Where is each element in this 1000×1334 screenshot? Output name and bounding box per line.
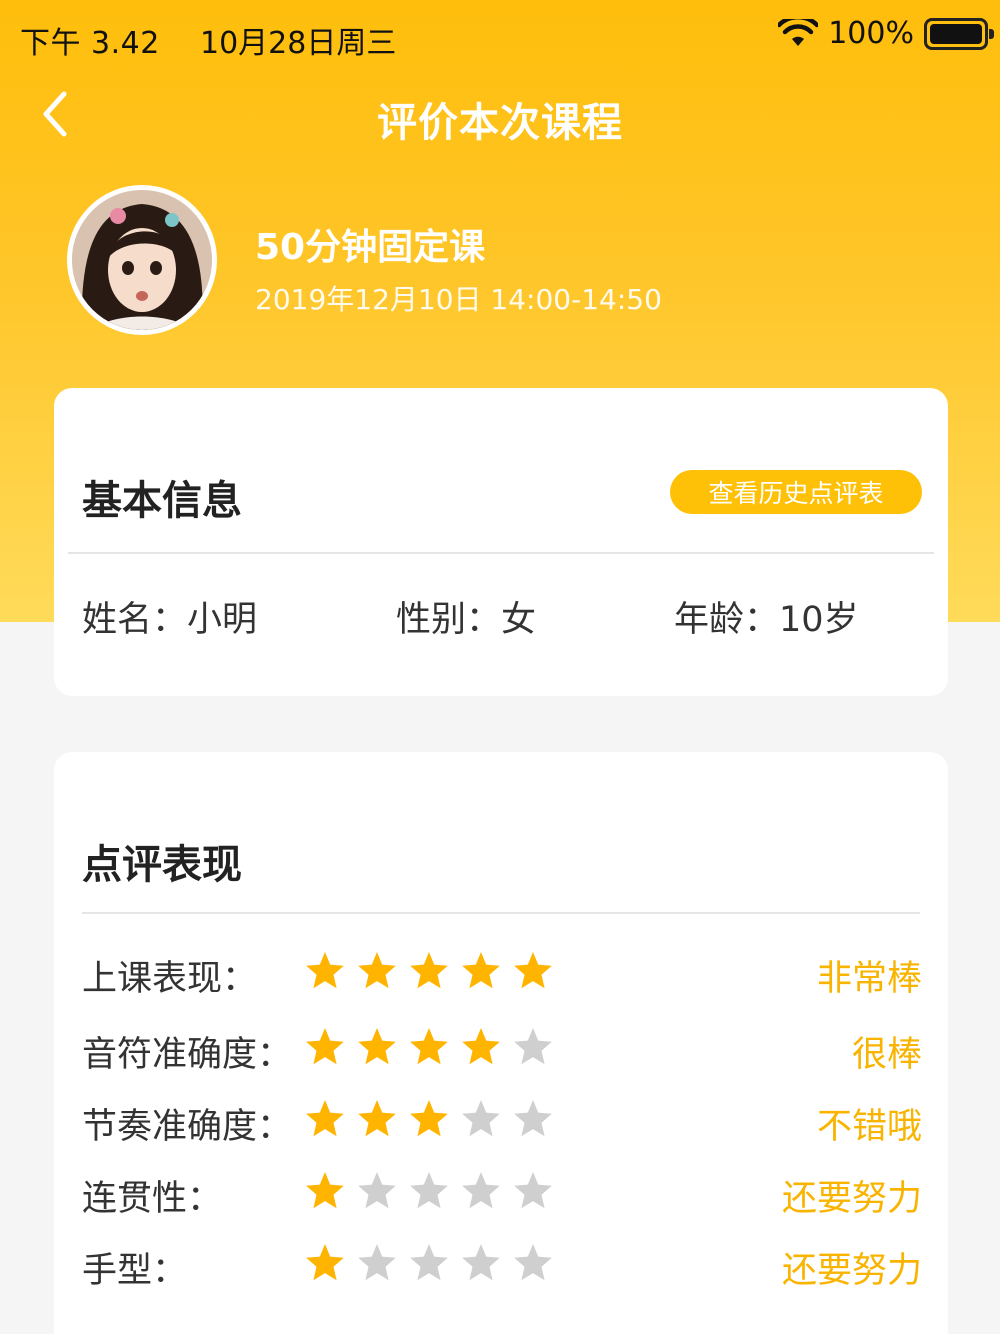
review-verdict: 不错哦: [816, 1107, 922, 1147]
star-empty-icon[interactable]: [460, 1242, 502, 1284]
star-empty-icon[interactable]: [512, 1026, 554, 1068]
star-empty-icon[interactable]: [356, 1170, 398, 1212]
star-filled-icon[interactable]: [408, 1098, 450, 1140]
star-filled-icon[interactable]: [304, 1098, 346, 1140]
star-empty-icon[interactable]: [408, 1242, 450, 1284]
course-name: 50分钟固定课: [255, 227, 486, 268]
status-date: 10月28日周三: [200, 26, 397, 61]
star-filled-icon[interactable]: [408, 950, 450, 992]
status-time: 下午 3.42: [20, 26, 160, 61]
star-filled-icon[interactable]: [304, 950, 346, 992]
star-empty-icon[interactable]: [356, 1242, 398, 1284]
review-verdict: 还要努力: [781, 1179, 922, 1219]
star-rating[interactable]: [304, 1026, 554, 1068]
star-empty-icon[interactable]: [512, 1170, 554, 1212]
star-empty-icon[interactable]: [460, 1098, 502, 1140]
review-heading: 点评表现: [82, 842, 242, 888]
star-filled-icon[interactable]: [356, 1098, 398, 1140]
star-filled-icon[interactable]: [356, 950, 398, 992]
status-indicators: 100%: [778, 16, 994, 51]
review-row: 音符准确度： 很棒: [82, 1024, 922, 1075]
view-history-button[interactable]: 查看历史点评表: [670, 470, 922, 514]
review-row: 节奏准确度： 不错哦: [82, 1096, 922, 1147]
course-time: 2019年12月10日 14:00-14:50: [255, 283, 662, 316]
star-empty-icon[interactable]: [408, 1170, 450, 1212]
review-label: 上课表现：: [82, 959, 258, 999]
battery-percentage: 100%: [828, 16, 914, 51]
star-filled-icon[interactable]: [460, 1026, 502, 1068]
divider: [82, 912, 920, 914]
star-rating[interactable]: [304, 1242, 554, 1284]
basic-info-heading: 基本信息: [82, 478, 242, 524]
gender-field: 性别：女: [396, 600, 537, 640]
star-filled-icon[interactable]: [408, 1026, 450, 1068]
star-filled-icon[interactable]: [304, 1170, 346, 1212]
star-rating[interactable]: [304, 950, 554, 992]
star-rating[interactable]: [304, 1170, 554, 1212]
avatar-image: [72, 190, 212, 330]
wifi-icon: [778, 18, 819, 46]
review-row: 连贯性： 还要努力: [82, 1168, 922, 1219]
star-filled-icon[interactable]: [460, 950, 502, 992]
name-field: 姓名：小明: [82, 600, 258, 640]
review-label: 音符准确度：: [82, 1035, 293, 1075]
review-verdict: 非常棒: [816, 959, 922, 999]
star-filled-icon[interactable]: [512, 950, 554, 992]
star-empty-icon[interactable]: [512, 1098, 554, 1140]
star-rating[interactable]: [304, 1098, 554, 1140]
star-filled-icon[interactable]: [304, 1026, 346, 1068]
review-label: 节奏准确度：: [82, 1107, 293, 1147]
avatar: [67, 185, 217, 335]
review-row: 上课表现： 非常棒: [82, 948, 922, 999]
battery-icon: [924, 17, 994, 50]
nav-bar: 评价本次课程: [0, 80, 1000, 150]
basic-info-card: 基本信息 查看历史点评表 姓名：小明 性别：女 年龄：10岁: [54, 388, 948, 696]
divider: [68, 552, 934, 554]
star-filled-icon[interactable]: [304, 1242, 346, 1284]
star-empty-icon[interactable]: [460, 1170, 502, 1212]
age-field: 年龄：10岁: [674, 600, 859, 640]
status-bar: 下午 3.42 10月28日周三 100%: [0, 0, 1000, 72]
review-verdict: 还要努力: [781, 1251, 922, 1291]
review-row: 手型： 还要努力: [82, 1240, 922, 1291]
star-empty-icon[interactable]: [512, 1242, 554, 1284]
review-label: 连贯性：: [82, 1179, 223, 1219]
page-title: 评价本次课程: [377, 100, 623, 146]
review-verdict: 很棒: [851, 1035, 922, 1075]
review-label: 手型：: [82, 1251, 188, 1291]
review-card: 点评表现 上课表现： 非常棒 音符准确度： 很棒 节奏准确度： 不错哦 连贯性： 还要努力 手型…: [54, 752, 948, 1334]
star-filled-icon[interactable]: [356, 1026, 398, 1068]
